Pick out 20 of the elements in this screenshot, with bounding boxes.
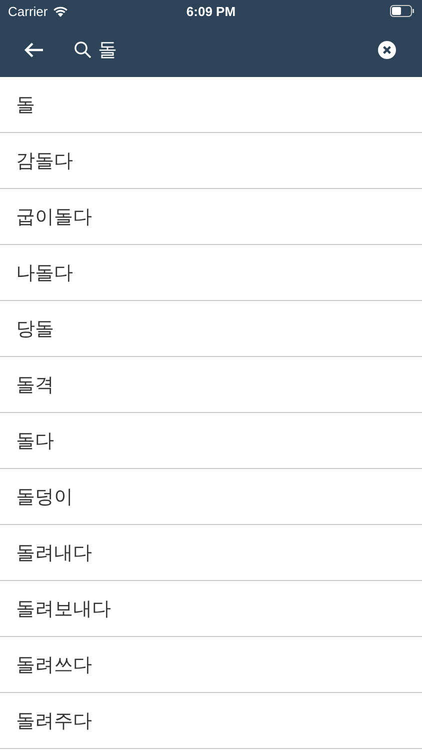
result-item[interactable]: 굽이돌다: [0, 189, 422, 245]
result-item[interactable]: 돌격: [0, 357, 422, 413]
time-label: 6:09 PM: [185, 4, 237, 18]
search-field[interactable]: 돌: [98, 38, 378, 60]
battery-icon: [390, 5, 414, 17]
result-item[interactable]: 돌려보내다: [0, 581, 422, 637]
result-item[interactable]: 돌려내다: [0, 525, 422, 581]
carrier-label: Carrier: [8, 4, 48, 18]
clear-icon[interactable]: [378, 40, 396, 58]
result-item[interactable]: 돌려주다: [0, 693, 422, 749]
result-item[interactable]: 돌덩이: [0, 469, 422, 525]
back-icon[interactable]: [24, 42, 44, 58]
result-item[interactable]: 돌: [0, 77, 422, 133]
wifi-icon: [52, 6, 68, 16]
result-item[interactable]: 나돌다: [0, 245, 422, 301]
result-item[interactable]: 당돌: [0, 301, 422, 357]
result-item[interactable]: 돌다: [0, 413, 422, 469]
result-item[interactable]: 돌려쓰다: [0, 637, 422, 693]
result-item[interactable]: 감돌다: [0, 133, 422, 189]
search-icon: [74, 40, 92, 58]
